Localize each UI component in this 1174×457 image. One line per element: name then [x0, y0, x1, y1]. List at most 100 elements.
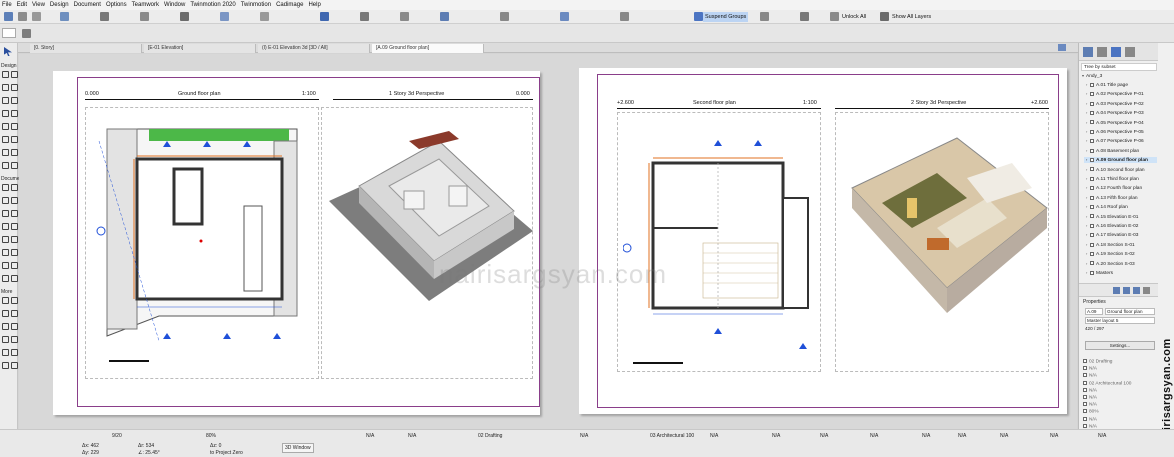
tool-icon[interactable]: [2, 310, 9, 317]
unlock-icon[interactable]: [830, 12, 839, 21]
to-project-zero[interactable]: to Project Zero: [210, 450, 243, 456]
navigator-item[interactable]: › A.06 Perspective P-05: [1086, 129, 1144, 135]
tool-icon[interactable]: [11, 223, 18, 230]
tool-icon[interactable]: [11, 249, 18, 256]
page-indicator[interactable]: 9/20: [112, 433, 122, 439]
menu-item-twinmotion[interactable]: Twinmotion: [241, 2, 271, 8]
tab-ground-floor-plan[interactable]: [A.09 Ground floor plan]: [372, 44, 484, 53]
layer-row[interactable]: N/A: [1083, 387, 1097, 393]
navigator-item[interactable]: › A.11 Third floor plan: [1086, 176, 1139, 182]
tool-icon[interactable]: [2, 136, 9, 143]
layer-row[interactable]: N/A: [1083, 366, 1097, 371]
tool-icon[interactable]: [11, 123, 18, 130]
unlock-all-button[interactable]: Unlock All: [840, 12, 868, 22]
tool-icon[interactable]: [2, 275, 9, 282]
navigator-item[interactable]: › A.04 Perspective P-03: [1086, 110, 1144, 116]
layer-row[interactable]: 02 Drafting: [1083, 359, 1112, 364]
tool-icon[interactable]: [2, 162, 9, 169]
tool-icon[interactable]: [11, 275, 18, 282]
group-icon[interactable]: [694, 12, 703, 21]
navigator-item[interactable]: › A.10 Second floor plan: [1086, 167, 1145, 173]
tool-icon[interactable]: [11, 149, 18, 156]
tool-icon[interactable]: [2, 71, 9, 78]
tool-icon[interactable]: [180, 12, 189, 21]
tool-icon[interactable]: [2, 362, 9, 369]
tool-icon[interactable]: [11, 210, 18, 217]
navigator-item[interactable]: › A.05 Perspective P-04: [1086, 120, 1144, 126]
menu-item-twinmotion-2020[interactable]: Twinmotion 2020: [190, 2, 235, 8]
3d-window-button[interactable]: 3D Window: [282, 443, 314, 453]
tool-icon[interactable]: [11, 197, 18, 204]
tool-icon[interactable]: [11, 349, 18, 356]
properties-header[interactable]: Properties: [1083, 299, 1106, 305]
arrow-tool-icon[interactable]: [4, 47, 12, 56]
tool-icon[interactable]: [2, 262, 9, 269]
tool-icon[interactable]: [2, 84, 9, 91]
tool-icon[interactable]: [2, 210, 9, 217]
architectural-layer[interactable]: 03 Architectural 100: [650, 433, 694, 439]
tool-icon[interactable]: [560, 12, 569, 21]
tool-icon[interactable]: [11, 136, 18, 143]
navigator-view-mode[interactable]: Tree by subset: [1081, 63, 1157, 71]
layer-row[interactable]: N/A: [1083, 373, 1097, 379]
tool-icon[interactable]: [2, 149, 9, 156]
navigator-root[interactable]: ▾ Andy_3: [1082, 73, 1102, 79]
tab-story[interactable]: [0. Story]: [30, 44, 142, 53]
drafting-layer[interactable]: 02 Drafting: [478, 433, 502, 439]
tool-icon[interactable]: [11, 336, 18, 343]
tab-3d-elevation[interactable]: (I) E-01 Elevation 3d [3D / All]: [258, 44, 370, 53]
layout-id-field[interactable]: A.09: [1085, 308, 1103, 315]
tool-icon[interactable]: [11, 362, 18, 369]
master-layout-select[interactable]: Master layout 5: [1085, 317, 1155, 324]
navigator-item[interactable]: › A.20 Section S-03: [1086, 261, 1135, 267]
layout-canvas[interactable]: 0.000 Ground floor plan 1:100 1 Story 3d…: [19, 54, 1077, 429]
tool-icon[interactable]: [2, 336, 9, 343]
tool-icon[interactable]: [620, 12, 629, 21]
menu-item-document[interactable]: Document: [74, 2, 101, 8]
tool-icon[interactable]: [60, 12, 69, 21]
tool-icon[interactable]: [11, 297, 18, 304]
tool-icon[interactable]: [22, 29, 31, 38]
layer-row[interactable]: 80%: [1083, 409, 1099, 415]
tool-icon[interactable]: [11, 310, 18, 317]
tool-icon[interactable]: [11, 110, 18, 117]
menu-item-options[interactable]: Options: [106, 2, 127, 8]
menu-item-edit[interactable]: Edit: [17, 2, 27, 8]
tool-icon[interactable]: [11, 262, 18, 269]
layout-sheet-right[interactable]: +2.600 Second floor plan 1:100 2 Story 3…: [579, 68, 1067, 414]
suspend-groups-button[interactable]: Suspend Groups: [703, 12, 749, 22]
new-subset-icon[interactable]: [1133, 287, 1140, 294]
tool-icon[interactable]: [2, 349, 9, 356]
menu-item-teamwork[interactable]: Teamwork: [132, 2, 159, 8]
tool-icon[interactable]: [100, 12, 109, 21]
tool-icon[interactable]: [2, 249, 9, 256]
menu-item-design[interactable]: Design: [50, 2, 69, 8]
delete-icon[interactable]: [1143, 287, 1150, 294]
tool-icon[interactable]: [2, 223, 9, 230]
tool-icon[interactable]: [2, 197, 9, 204]
tool-icon[interactable]: [11, 71, 18, 78]
tool-icon[interactable]: [500, 12, 509, 21]
navigator-item[interactable]: › A.03 Perspective P-02: [1086, 101, 1144, 107]
tool-icon[interactable]: [140, 12, 149, 21]
navigator-item[interactable]: › A.17 Elevation E-03: [1086, 232, 1138, 238]
zoom-level[interactable]: 80%: [206, 433, 216, 439]
navigator-item[interactable]: › Masters: [1086, 270, 1113, 276]
project-map-icon[interactable]: [1083, 47, 1093, 57]
navigator-item[interactable]: › A.13 Fifth floor plan: [1086, 195, 1138, 201]
menu-item-help[interactable]: Help: [308, 2, 320, 8]
navigator-item[interactable]: › A.07 Perspective P-06: [1086, 138, 1144, 144]
arrow-dropdown[interactable]: [2, 28, 16, 38]
select-icon[interactable]: [4, 12, 13, 21]
tool-icon[interactable]: [11, 323, 18, 330]
tab-menu-icon[interactable]: [1058, 44, 1066, 51]
tool-icon[interactable]: [2, 236, 9, 243]
layout-sheet-left[interactable]: 0.000 Ground floor plan 1:100 1 Story 3d…: [53, 71, 540, 415]
menu-item-cadimage[interactable]: Cadimage: [276, 2, 303, 8]
menu-item-window[interactable]: Window: [164, 2, 185, 8]
layer-row[interactable]: 02 Architectural 100: [1083, 380, 1131, 386]
navigator-item[interactable]: › A.08 Basement plan: [1086, 148, 1139, 154]
tool-icon[interactable]: [220, 12, 229, 21]
tool-icon[interactable]: [760, 12, 769, 21]
tool-icon[interactable]: [2, 323, 9, 330]
